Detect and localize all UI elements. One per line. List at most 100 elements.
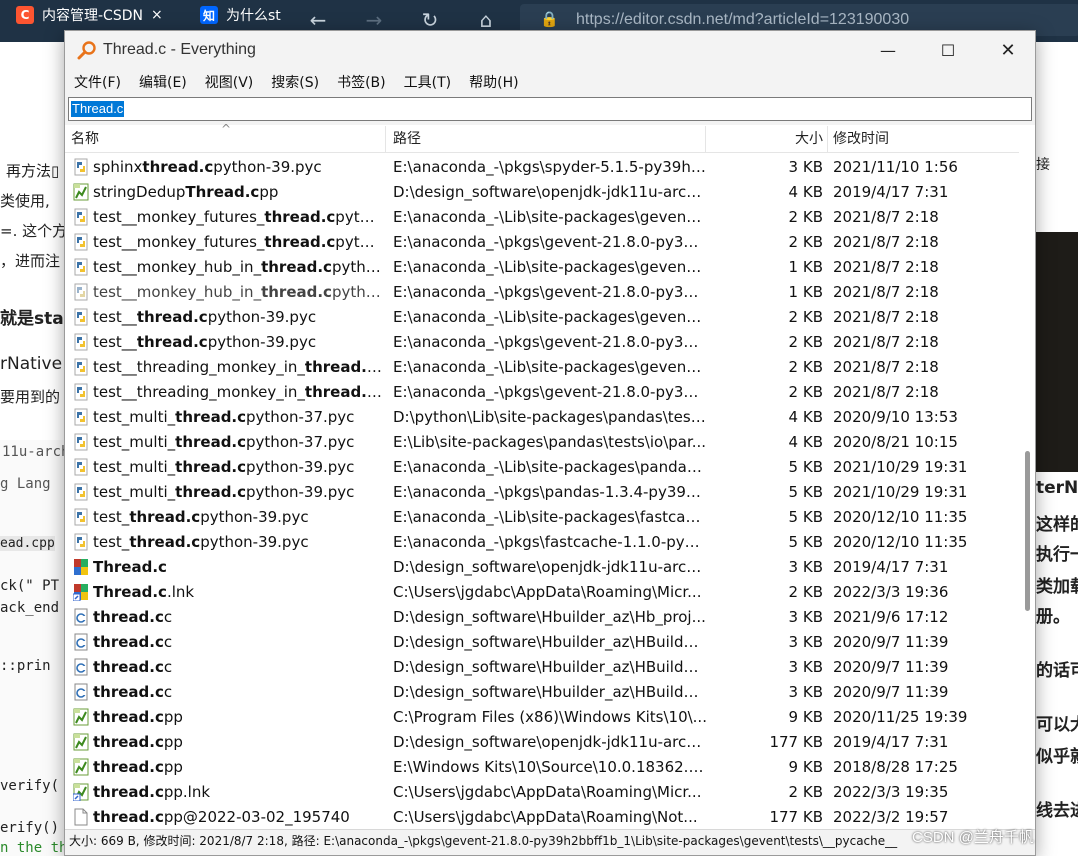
file-modified: 2022/3/3 19:35 [833, 783, 949, 801]
file-name-match: thread.c [93, 608, 164, 626]
file-path: D:\design_software\Hbuilder_az\Hb_proj..… [393, 608, 706, 626]
file-name-suffix: python... [335, 208, 383, 226]
table-row[interactable]: thread.cpp@2022-03-02_195740 C:\Users\jgd… [65, 805, 1019, 830]
file-name-prefix: test_ [93, 508, 130, 526]
home-icon[interactable]: ⌂ [458, 8, 514, 32]
table-row[interactable]: test_multi_thread.cpython-37.pyc E:\Lib\s… [65, 430, 1019, 455]
file-modified: 2021/8/7 2:18 [833, 233, 939, 251]
menu-view[interactable]: 视图(V) [196, 72, 263, 92]
tab-label: 为什么st [226, 8, 281, 24]
file-name-match: thread.c [93, 708, 164, 726]
file-name-match: thread.c [175, 483, 247, 501]
file-name-prefix: test_multi_ [93, 408, 176, 426]
vertical-scrollbar[interactable] [1019, 126, 1035, 831]
file-name-match: thread.c [261, 283, 332, 301]
menu-help[interactable]: 帮助(H) [460, 72, 527, 92]
column-divider[interactable] [385, 126, 386, 152]
browser-tab-1[interactable]: C 内容管理-CSDN × [16, 0, 186, 30]
forward-icon[interactable]: → [346, 8, 402, 32]
table-row[interactable]: test_thread.cpython-39.pyc E:\anaconda_-\… [65, 505, 1019, 530]
cpp-file-icon [73, 733, 89, 751]
close-icon[interactable]: × [151, 7, 163, 23]
table-row[interactable]: test__threading_monkey_in_thread.cp... E:… [65, 380, 1019, 405]
table-row[interactable]: test__monkey_futures_thread.cpython... E:… [65, 230, 1019, 255]
bg-code: 11u-arch [2, 444, 70, 460]
file-name-suffix: python... [331, 258, 383, 276]
everything-window: Thread.c - Everything — ☐ ✕ 文件(F) 编辑(E) … [64, 30, 1036, 856]
table-row[interactable]: thread.cpp C:\Program Files (x86)\Windows… [65, 705, 1019, 730]
file-size: 9 KB [788, 758, 823, 776]
table-row[interactable]: thread.cc D:\design_software\Hbuilder_az\… [65, 605, 1019, 630]
tab-label: 内容管理-CSDN [42, 8, 143, 24]
file-name-match: thread.c [136, 333, 208, 351]
file-path: D:\design_software\Hbuilder_az\HBuilde..… [393, 633, 707, 651]
menu-file[interactable]: 文件(F) [65, 72, 130, 92]
file-name-match: thread.c [129, 508, 201, 526]
maximize-icon[interactable]: ☐ [919, 31, 977, 69]
table-row[interactable]: test__monkey_futures_thread.cpython... E:… [65, 205, 1019, 230]
file-name: test__threading_monkey_in_thread.cp... [93, 383, 383, 401]
file-modified: 2020/9/7 11:39 [833, 633, 949, 651]
file-modified: 2019/4/17 7:31 [833, 733, 949, 751]
table-row[interactable]: test__monkey_hub_in_thread.cpython... E:\… [65, 255, 1019, 280]
file-path: E:\anaconda_-\Lib\site-packages\gevent\.… [393, 208, 707, 226]
table-row[interactable]: thread.cc D:\design_software\Hbuilder_az\… [65, 655, 1019, 680]
file-modified: 2020/9/7 11:39 [833, 683, 949, 701]
table-row[interactable]: test__threading_monkey_in_thread.cp... E:… [65, 355, 1019, 380]
table-row[interactable]: test_multi_thread.cpython-37.pyc D:\pytho… [65, 405, 1019, 430]
file-name: test__threading_monkey_in_thread.cp... [93, 358, 383, 376]
table-row[interactable]: test_thread.cpython-39.pyc E:\anaconda_-\… [65, 530, 1019, 555]
shortcut-file-icon [73, 584, 88, 601]
file-name: thread.cpp [93, 758, 383, 776]
file-name-suffix: pp [163, 733, 183, 751]
column-name[interactable]: 名称 [71, 126, 381, 152]
archive-file-icon [74, 559, 88, 575]
scrollbar-thumb[interactable] [1025, 451, 1030, 611]
file-name-suffix: python-37.pyc [246, 408, 355, 426]
file-name: sphinxthread.cpython-39.pyc [93, 158, 383, 176]
file-name-suffix: python-39.pyc [207, 333, 317, 351]
menu-search[interactable]: 搜索(S) [262, 72, 328, 92]
column-modified[interactable]: 修改时间 [833, 126, 1013, 152]
browser-tab-2[interactable]: 知 为什么st [200, 0, 290, 30]
table-row[interactable]: thread.cpp D:\design_software\openjdk-jdk… [65, 730, 1019, 755]
menu-edit[interactable]: 编辑(E) [130, 72, 196, 92]
table-row[interactable]: thread.cc D:\design_software\Hbuilder_az\… [65, 630, 1019, 655]
table-row[interactable]: test__thread.cpython-39.pyc E:\anaconda_-… [65, 330, 1019, 355]
table-row[interactable]: test__thread.cpython-39.pyc E:\anaconda_-… [65, 305, 1019, 330]
table-row[interactable]: thread.cc D:\design_software\Hbuilder_az\… [65, 680, 1019, 705]
cpp-file-icon [73, 183, 89, 201]
table-row[interactable]: stringDedupThread.cpp D:\design_software\… [65, 180, 1019, 205]
menu-tools[interactable]: 工具(T) [395, 72, 460, 92]
file-path: C:\Users\jgdabc\AppData\Roaming\Micr... [393, 783, 702, 801]
back-icon[interactable]: ← [290, 8, 346, 32]
file-path: E:\anaconda_-\pkgs\gevent-21.8.0-py39... [393, 233, 707, 251]
column-divider[interactable] [705, 126, 706, 152]
reload-icon[interactable]: ↻ [402, 8, 458, 32]
file-name-match: Thread.c [93, 558, 167, 576]
table-row[interactable]: test_multi_thread.cpython-39.pyc E:\anaco… [65, 480, 1019, 505]
file-path: D:\design_software\openjdk-jdk11u-arch..… [393, 558, 707, 576]
python-file-icon [74, 508, 88, 526]
column-path[interactable]: 路径 [393, 126, 703, 152]
column-divider[interactable] [827, 126, 828, 152]
bg-text: 的话可 [1036, 661, 1078, 681]
file-name-prefix: test__monkey_futures_ [93, 208, 265, 226]
url-text: https://editor.csdn.net/md?articleId=123… [576, 11, 910, 28]
close-icon[interactable]: ✕ [979, 31, 1037, 69]
title-bar[interactable]: Thread.c - Everything — ☐ ✕ [65, 31, 1035, 69]
table-row[interactable]: Thread.c D:\design_software\openjdk-jdk11… [65, 555, 1019, 580]
table-row[interactable]: Thread.c.lnk C:\Users\jgdabc\AppData\Roam… [65, 580, 1019, 605]
file-name: Thread.c [93, 558, 383, 576]
table-row[interactable]: thread.cpp E:\Windows Kits\10\Source\10.0… [65, 755, 1019, 780]
table-row[interactable]: thread.cpp.lnk C:\Users\jgdabc\AppData\Ro… [65, 780, 1019, 805]
table-row[interactable]: test__monkey_hub_in_thread.cpython... E:\… [65, 280, 1019, 305]
file-name-prefix: test__threading_monkey_in_ [93, 383, 305, 401]
table-row[interactable]: test_multi_thread.cpython-39.pyc E:\anaco… [65, 455, 1019, 480]
column-size[interactable]: 大小 [711, 126, 823, 152]
search-input[interactable]: Thread.c [68, 97, 1032, 121]
menu-bookmarks[interactable]: 书签(B) [328, 72, 395, 92]
file-modified: 2018/8/28 17:25 [833, 758, 958, 776]
minimize-icon[interactable]: — [859, 31, 917, 69]
table-row[interactable]: sphinxthread.cpython-39.pyc E:\anaconda_-… [65, 155, 1019, 180]
